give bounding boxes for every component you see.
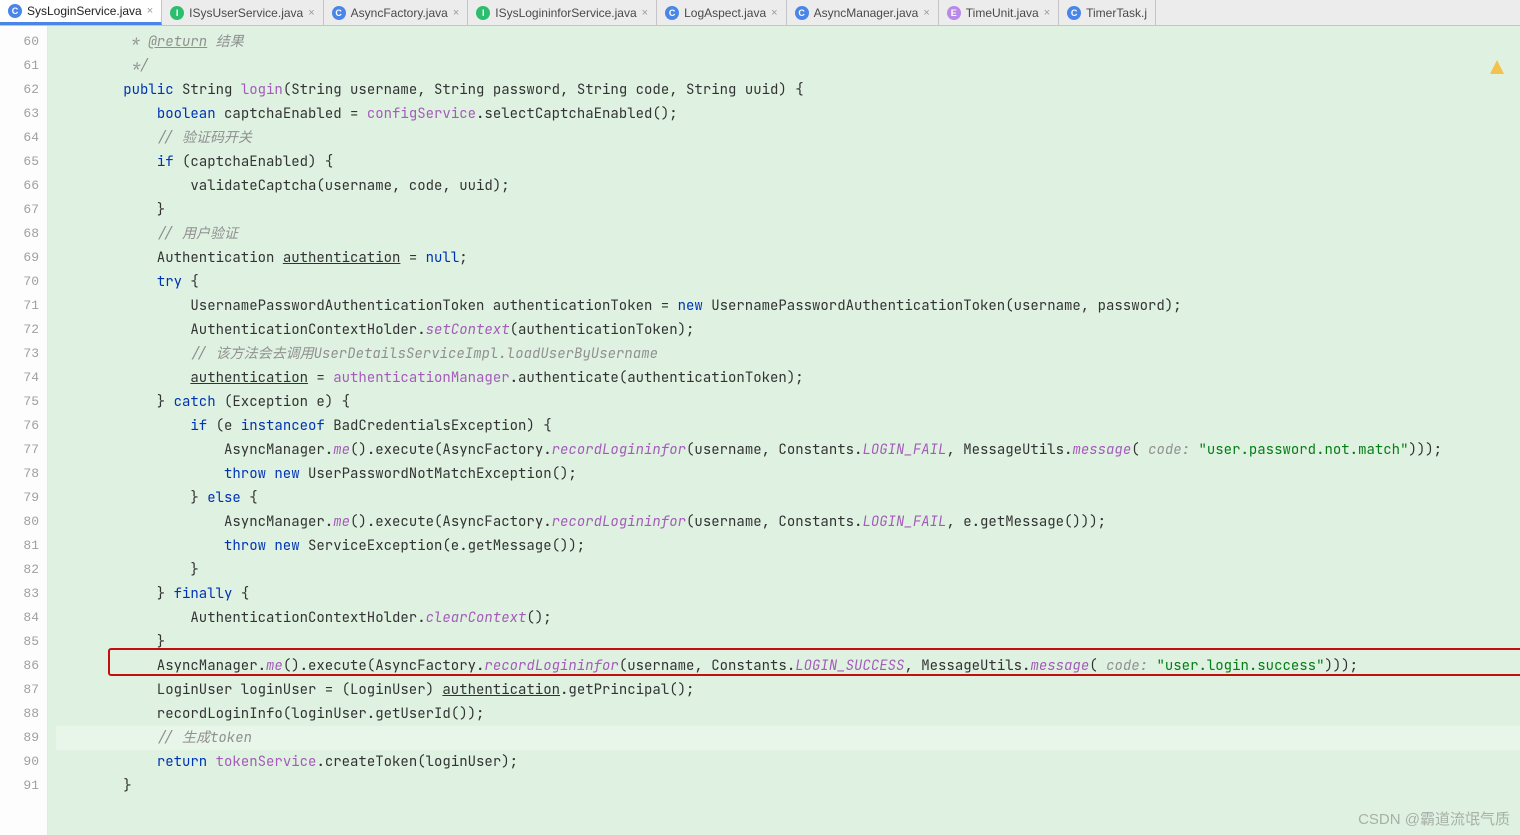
tab-timertask[interactable]: C TimerTask.j bbox=[1059, 0, 1156, 25]
tab-asyncmanager[interactable]: C AsyncManager.java × bbox=[787, 0, 939, 25]
tab-label: LogAspect.java bbox=[684, 6, 766, 20]
close-icon[interactable]: × bbox=[453, 7, 459, 19]
tab-sysloginservice[interactable]: C SysLoginService.java × bbox=[0, 0, 162, 25]
tab-isyslogininfor[interactable]: I ISysLogininforService.java × bbox=[468, 0, 657, 25]
close-icon[interactable]: × bbox=[308, 7, 314, 19]
class-icon: C bbox=[1067, 6, 1081, 20]
line-gutter: 6061626364656667686970717273747576777879… bbox=[0, 26, 48, 835]
code-area[interactable]: * @return 结果 */ public String login(Stri… bbox=[48, 26, 1520, 835]
class-icon: C bbox=[665, 6, 679, 20]
close-icon[interactable]: × bbox=[642, 7, 648, 19]
tab-bar: C SysLoginService.java × I ISysUserServi… bbox=[0, 0, 1520, 26]
close-icon[interactable]: × bbox=[771, 7, 777, 19]
close-icon[interactable]: × bbox=[1044, 7, 1050, 19]
enum-icon: E bbox=[947, 6, 961, 20]
highlight-box bbox=[108, 648, 1520, 676]
interface-icon: I bbox=[476, 6, 490, 20]
tab-timeunit[interactable]: E TimeUnit.java × bbox=[939, 0, 1059, 25]
tab-isysuserservice[interactable]: I ISysUserService.java × bbox=[162, 0, 323, 25]
close-icon[interactable]: × bbox=[923, 7, 929, 19]
interface-icon: I bbox=[170, 6, 184, 20]
tab-asyncfactory[interactable]: C AsyncFactory.java × bbox=[324, 0, 469, 25]
tab-label: ISysLogininforService.java bbox=[495, 6, 636, 20]
class-icon: C bbox=[8, 4, 22, 18]
close-icon[interactable]: × bbox=[147, 5, 153, 17]
tab-label: TimeUnit.java bbox=[966, 6, 1039, 20]
watermark: CSDN @霸道流氓气质 bbox=[1358, 808, 1510, 829]
tab-label: TimerTask.j bbox=[1086, 6, 1147, 20]
tab-label: ISysUserService.java bbox=[189, 6, 303, 20]
tab-label: AsyncFactory.java bbox=[351, 6, 448, 20]
tab-logaspect[interactable]: C LogAspect.java × bbox=[657, 0, 787, 25]
tab-label: AsyncManager.java bbox=[814, 6, 919, 20]
class-icon: C bbox=[795, 6, 809, 20]
class-icon: C bbox=[332, 6, 346, 20]
tab-label: SysLoginService.java bbox=[27, 4, 142, 18]
code-editor[interactable]: 6061626364656667686970717273747576777879… bbox=[0, 26, 1520, 835]
